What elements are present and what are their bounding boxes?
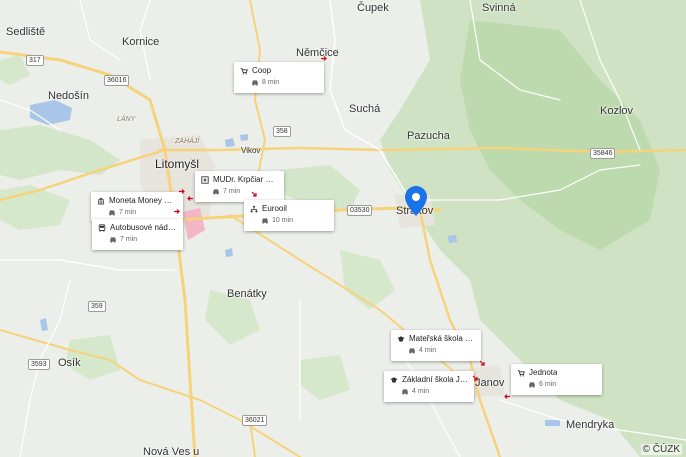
car-icon <box>109 210 115 216</box>
bus-icon <box>98 223 106 232</box>
place-label-benatky: Benátky <box>227 288 267 300</box>
poi-time: 7 min <box>120 235 138 243</box>
poi-title: Autobusové nádr… <box>110 223 177 232</box>
poi-pointer-icon <box>174 209 180 214</box>
copyright-label: © ČÚZK <box>640 444 682 455</box>
road-shield-35846: 35846 <box>590 148 616 159</box>
fuel-network-icon <box>250 205 258 212</box>
poi-time: 10 min <box>272 216 294 224</box>
poi-card-bus-station[interactable]: Autobusové nádr… 7 min <box>92 219 183 250</box>
poi-card-materska-skola[interactable]: Mateřská škola Ja… 4 min <box>391 330 481 361</box>
cart-icon <box>517 369 525 377</box>
car-icon <box>529 382 535 388</box>
poi-card-zakladni-skola[interactable]: Základní škola Ja… 4 min <box>384 371 474 402</box>
place-label-vikov: Vikov <box>241 146 261 155</box>
place-label-svinna: Svinná <box>482 2 516 14</box>
poi-pointer-icon <box>504 394 510 399</box>
bank-icon <box>97 197 105 204</box>
poi-title: Coop <box>252 66 272 75</box>
poi-time: 4 min <box>419 346 437 354</box>
poi-time: 6 min <box>539 380 557 388</box>
location-pin-icon[interactable] <box>405 186 427 216</box>
poi-time: 7 min <box>119 208 137 216</box>
road-shield-03530: 03530 <box>347 205 373 216</box>
poi-title: MUDr. Krpčiar Pa… <box>213 175 278 184</box>
poi-pointer-icon <box>321 56 327 61</box>
place-label-sucha: Suchá <box>349 103 381 115</box>
poi-title: Základní škola Ja… <box>402 375 468 384</box>
poi-title: Moneta Money B… <box>109 196 177 205</box>
place-label-cupek: Čupek <box>357 2 389 14</box>
poi-card-coop[interactable]: Coop 8 min <box>234 62 324 93</box>
poi-card-mudr[interactable]: MUDr. Krpčiar Pa… 7 min <box>195 171 284 202</box>
school-icon <box>390 376 398 383</box>
place-label-sedliste: Sedliště <box>6 26 46 38</box>
place-label-nova-ves: Nová Ves u <box>143 446 200 457</box>
poi-pointer-icon <box>179 189 185 194</box>
place-label-mendryka: Mendryka <box>566 419 615 431</box>
poi-title: Eurooil <box>262 204 287 213</box>
poi-title: Mateřská škola Ja… <box>409 334 475 343</box>
cart-icon <box>240 67 248 75</box>
place-label-pazucha: Pazucha <box>407 130 450 142</box>
place-label-kozlov: Kozlov <box>600 105 634 117</box>
road-shield-358: 358 <box>273 126 291 137</box>
car-icon <box>262 218 268 224</box>
place-label-janov: Janov <box>475 377 505 389</box>
poi-pointer-icon <box>251 191 257 197</box>
road-shield-3593: 3593 <box>28 359 50 370</box>
poi-time: 7 min <box>223 187 241 195</box>
road-shield-317: 317 <box>26 55 44 66</box>
car-icon <box>252 80 258 86</box>
poi-card-eurooil[interactable]: Eurooil 10 min <box>244 200 334 231</box>
poi-title: Jednota <box>529 368 558 377</box>
school-icon <box>397 335 405 342</box>
car-icon <box>213 189 219 195</box>
poi-card-jednota[interactable]: Jednota 6 min <box>511 364 602 395</box>
place-label-zahaji: ZAHÁJÍ <box>175 138 200 145</box>
poi-pointer-icon <box>472 375 478 381</box>
road-shield-359: 359 <box>88 301 106 312</box>
road-shield-36021: 36021 <box>242 415 268 426</box>
medical-icon <box>201 175 209 184</box>
car-icon <box>402 389 408 395</box>
car-icon <box>409 348 415 354</box>
poi-card-moneta[interactable]: Moneta Money B… 7 min <box>91 192 183 221</box>
poi-time: 4 min <box>412 387 430 395</box>
place-label-osik: Osík <box>58 357 81 369</box>
place-label-litomysl: Litomyšl <box>155 157 200 171</box>
poi-pointer-icon <box>479 360 485 366</box>
poi-pointer-icon <box>187 196 193 201</box>
place-label-nemcice: Němčice <box>296 47 339 59</box>
road-shield-36016: 36016 <box>104 75 130 86</box>
place-label-kornice: Kornice <box>122 36 160 48</box>
place-label-lany: LÁNY <box>117 116 136 123</box>
place-label-nedosin: Nedošín <box>48 90 89 102</box>
poi-time: 8 min <box>262 78 280 86</box>
car-icon <box>110 237 116 243</box>
map[interactable]: Čupek Svinná Sedliště Kornice Němčice Ne… <box>0 0 686 457</box>
